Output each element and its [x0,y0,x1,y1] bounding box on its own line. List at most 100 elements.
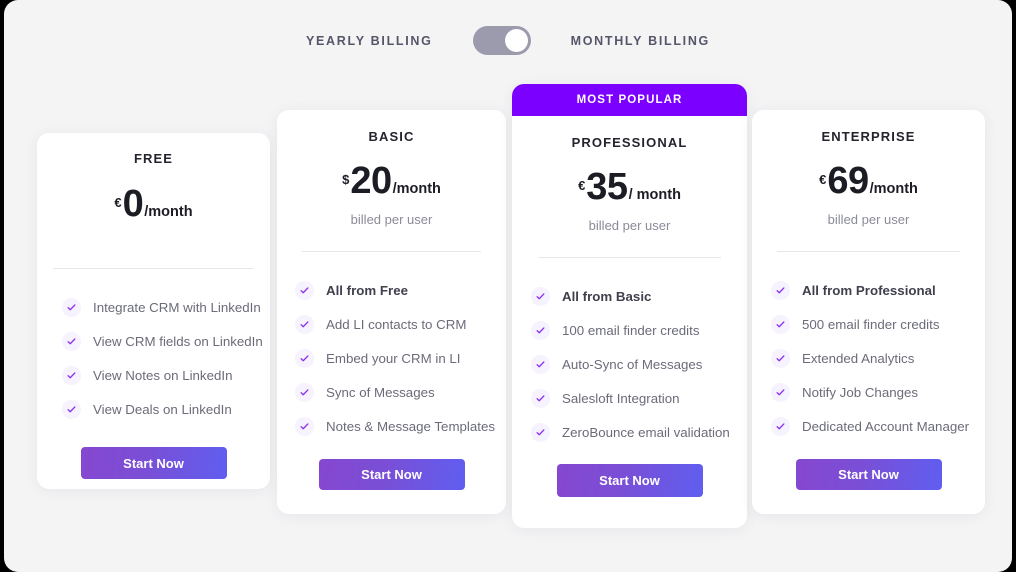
currency-symbol-basic: $ [342,172,350,187]
feature-label: 500 email finder credits [802,317,940,332]
feature-label: Add LI contacts to CRM [326,317,467,332]
list-item: Extended Analytics [771,349,985,368]
price-period-enterprise: /month [869,181,918,197]
list-item: Auto-Sync of Messages [531,355,747,374]
list-item: All from Basic [531,287,747,306]
card-divider-free [53,268,254,269]
feature-label: 100 email finder credits [562,323,700,338]
feature-list-professional: All from Basic 100 email finder credits … [531,287,747,442]
list-item: 100 email finder credits [531,321,747,340]
feature-label: All from Basic [562,289,652,304]
billing-period-toggle[interactable] [472,26,531,55]
price-professional: € 35 / month [512,168,747,206]
feature-label: All from Free [326,283,409,298]
card-divider-basic [302,251,481,252]
feature-label: Integrate CRM with LinkedIn [93,300,261,315]
list-item: All from Professional [771,281,985,300]
feature-label: All from Professional [802,283,936,298]
list-item: 500 email finder credits [771,315,985,334]
list-item: Notify Job Changes [771,383,985,402]
start-now-button-basic[interactable]: Start Now [318,459,465,490]
feature-label: Auto-Sync of Messages [562,357,703,372]
start-now-button-professional[interactable]: Start Now [556,464,703,497]
list-item: Add LI contacts to CRM [295,315,506,334]
pricing-page: YEARLY BILLING MONTHLY BILLING FREE € 0 … [4,0,1012,572]
price-amount-professional: 35 [586,166,628,208]
feature-list-free: Integrate CRM with LinkedIn View CRM fie… [62,298,270,419]
toggle-knob [504,29,528,52]
price-period-basic: /month [392,181,441,197]
list-item: Integrate CRM with LinkedIn [62,298,270,317]
list-item: ZeroBounce email validation [531,423,747,442]
price-free: € 0 /month [37,185,270,223]
card-divider-professional [538,257,721,258]
list-item: View Notes on LinkedIn [62,366,270,385]
check-icon [295,315,314,334]
list-item: View CRM fields on LinkedIn [62,332,270,351]
plan-name-basic: BASIC [368,129,415,144]
list-item: Sync of Messages [295,383,506,402]
feature-label: Salesloft Integration [562,391,680,406]
check-icon [531,355,550,374]
check-icon [295,349,314,368]
check-icon [771,349,790,368]
billing-note-enterprise: billed per user [827,212,910,227]
feature-label: View Deals on LinkedIn [93,402,232,417]
plan-name-enterprise: ENTERPRISE [821,129,916,144]
list-item: Dedicated Account Manager [771,417,985,436]
yearly-billing-label[interactable]: YEARLY BILLING [306,34,433,48]
price-period-professional: / month [628,187,681,203]
currency-symbol-enterprise: € [819,172,827,187]
most-popular-badge: MOST POPULAR [512,84,747,116]
plan-name-professional: PROFESSIONAL [571,135,688,150]
price-enterprise: € 69 /month [752,162,985,200]
check-icon [62,332,81,351]
check-icon [295,281,314,300]
feature-label: Extended Analytics [802,351,915,366]
feature-label: Notes & Message Templates [326,419,496,434]
feature-label: Embed your CRM in LI [326,351,461,366]
pricing-card-free: FREE € 0 /month Integrate CRM with Linke… [37,133,270,489]
list-item: Notes & Message Templates [295,417,506,436]
price-amount-enterprise: 69 [827,160,869,202]
feature-label: View CRM fields on LinkedIn [93,334,263,349]
check-icon [62,400,81,419]
list-item: Salesloft Integration [531,389,747,408]
feature-label: Dedicated Account Manager [802,419,970,434]
start-now-button-enterprise[interactable]: Start Now [795,459,942,490]
check-icon [62,366,81,385]
pricing-card-professional: MOST POPULAR PROFESSIONAL € 35 / month b… [512,84,747,528]
price-period-free: /month [144,204,193,220]
feature-list-enterprise: All from Professional 500 email finder c… [771,281,985,436]
feature-label: Sync of Messages [326,385,435,400]
check-icon [295,383,314,402]
list-item: View Deals on LinkedIn [62,400,270,419]
price-basic: $ 20 /month [277,162,506,200]
check-icon [771,383,790,402]
check-icon [771,315,790,334]
list-item: Embed your CRM in LI [295,349,506,368]
price-amount-basic: 20 [350,160,392,202]
check-icon [531,321,550,340]
check-icon [771,417,790,436]
list-item: All from Free [295,281,506,300]
start-now-button-free[interactable]: Start Now [80,447,227,479]
price-amount-free: 0 [122,183,144,225]
currency-symbol-free: € [114,195,122,210]
check-icon [62,298,81,317]
check-icon [295,417,314,436]
pricing-card-basic: BASIC $ 20 /month billed per user All fr… [277,110,506,514]
card-divider-enterprise [777,251,960,252]
plan-name-free: FREE [133,151,174,166]
billing-note-basic: billed per user [350,212,433,227]
feature-label: Notify Job Changes [802,385,919,400]
check-icon [531,389,550,408]
currency-symbol-professional: € [578,178,586,193]
monthly-billing-label[interactable]: MONTHLY BILLING [571,34,710,48]
check-icon [531,287,550,306]
billing-note-professional: billed per user [588,218,671,233]
billing-toggle-bar: YEARLY BILLING MONTHLY BILLING [4,26,1012,55]
check-icon [531,423,550,442]
feature-label: ZeroBounce email validation [562,425,730,440]
pricing-card-enterprise: ENTERPRISE € 69 /month billed per user A… [752,110,985,514]
